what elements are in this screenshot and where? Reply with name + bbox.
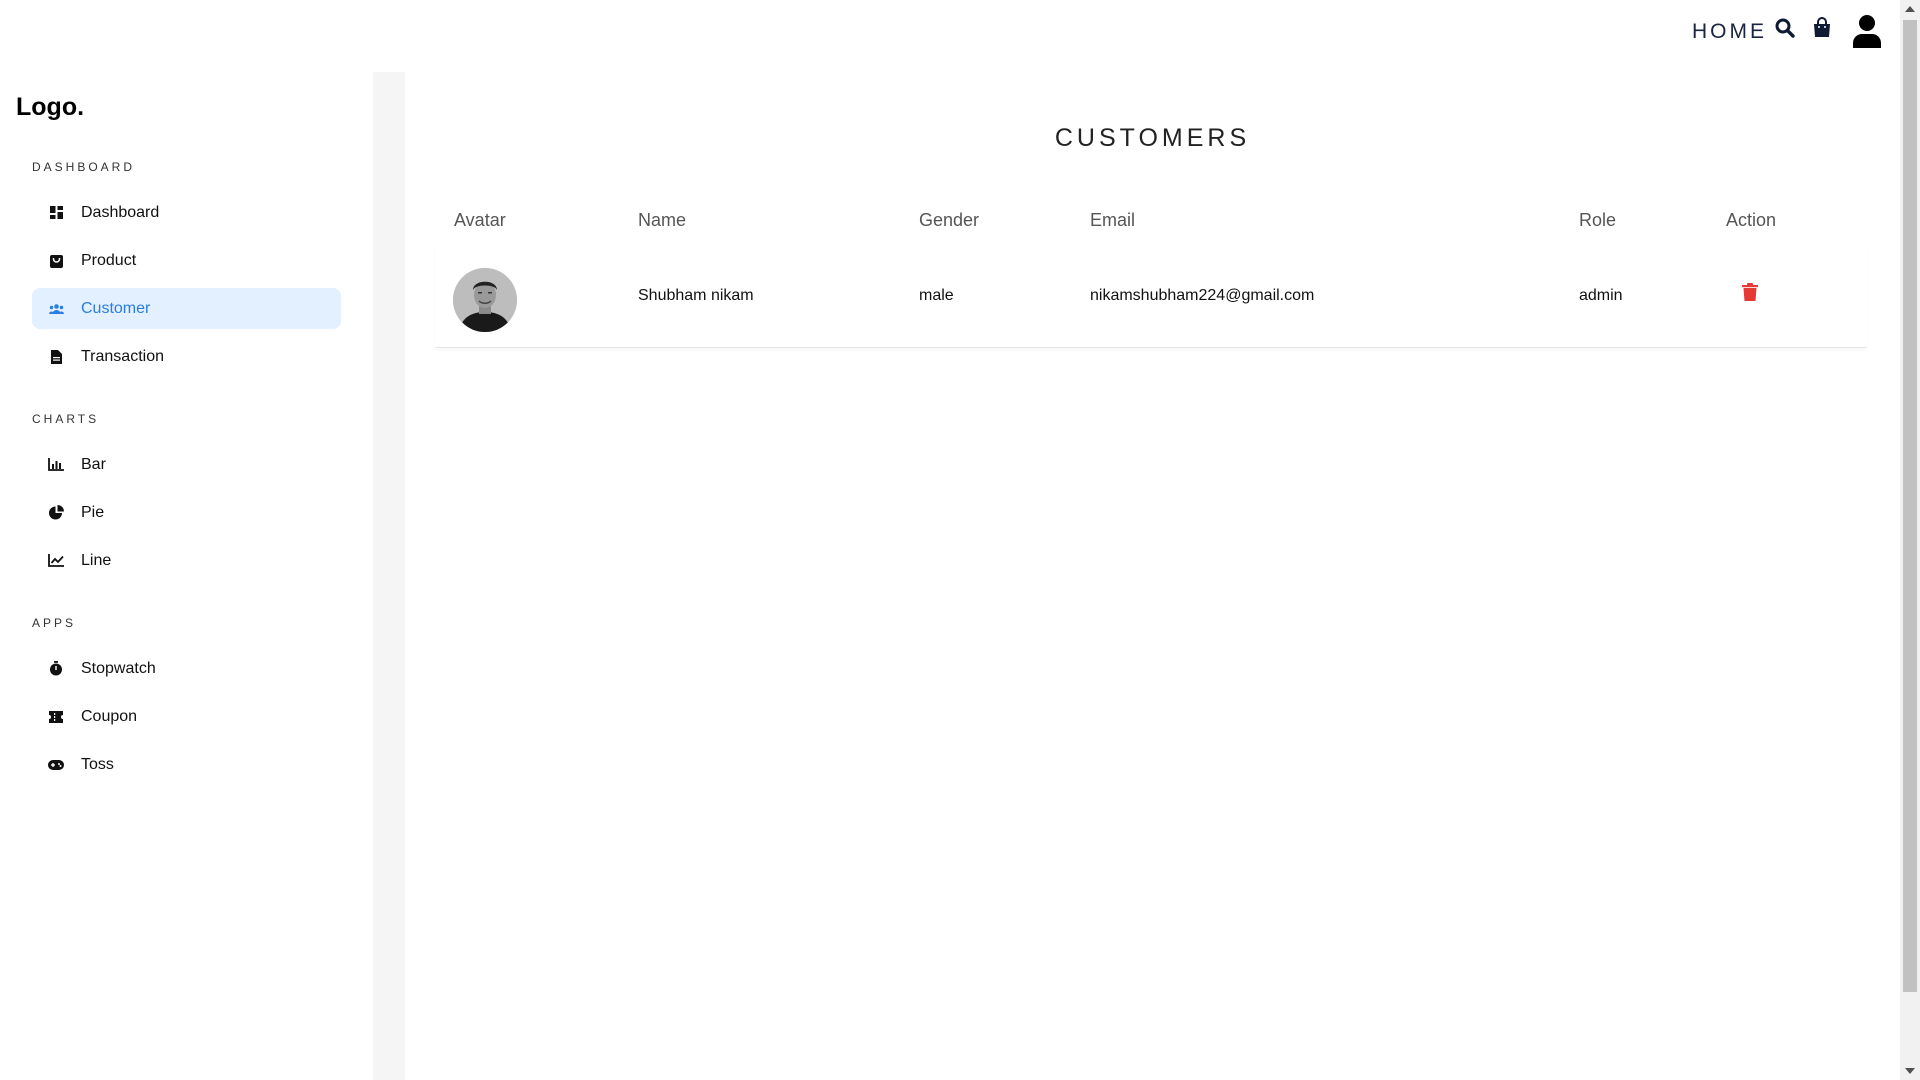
column-header-gender: Gender xyxy=(919,210,980,230)
section-title-charts: CHARTS xyxy=(32,412,100,426)
vertical-scrollbar[interactable] xyxy=(1900,0,1920,1080)
logo: Logo. xyxy=(16,93,85,121)
delete-button[interactable] xyxy=(1738,281,1762,305)
sidebar-item-label: Dashboard xyxy=(81,203,160,221)
avatar xyxy=(453,268,517,332)
line-chart-icon xyxy=(47,552,65,570)
column-header-avatar: Avatar xyxy=(454,210,506,230)
sidebar-item-label: Line xyxy=(81,551,112,569)
sidebar-item-label: Customer xyxy=(81,299,151,317)
trash-icon xyxy=(1742,282,1758,304)
sidebar-item-coupon[interactable]: Coupon xyxy=(32,696,341,737)
sidebar-item-label: Bar xyxy=(81,455,106,473)
cell-role: admin xyxy=(1579,287,1623,304)
column-header-role: Role xyxy=(1579,210,1617,230)
sidebar-item-label: Coupon xyxy=(81,707,138,725)
sidebar-item-pie[interactable]: Pie xyxy=(32,492,341,533)
sidebar-item-dashboard[interactable]: Dashboard xyxy=(32,192,341,233)
table-row: Shubham nikam male nikamshubham224@gmail… xyxy=(435,245,1867,348)
top-nav: HOME xyxy=(0,0,1900,72)
dashboard-icon xyxy=(47,204,65,222)
scroll-up-arrow[interactable] xyxy=(1900,0,1920,18)
page-title: CUSTOMERS xyxy=(1054,124,1251,152)
sidebar: Logo. DASHBOARD Dashboard Product Custom… xyxy=(0,72,373,1080)
scrollbar-thumb[interactable] xyxy=(1903,20,1917,992)
section-title-apps: APPS xyxy=(32,616,77,630)
sidebar-item-transaction[interactable]: Transaction xyxy=(32,336,341,377)
cell-gender: male xyxy=(919,287,954,304)
sidebar-item-label: Product xyxy=(81,251,137,269)
sidebar-item-line[interactable]: Line xyxy=(32,540,341,581)
coupon-icon xyxy=(47,708,65,726)
customers-icon xyxy=(47,300,65,318)
document-icon xyxy=(47,348,65,366)
sidebar-item-toss[interactable]: Toss xyxy=(32,744,341,785)
page: HOME Logo. DASHBOARD Dashboard Product C… xyxy=(0,0,1920,1080)
cell-name: Shubham nikam xyxy=(638,287,754,304)
sidebar-item-label: Toss xyxy=(81,755,114,773)
sidebar-item-product[interactable]: Product xyxy=(32,240,341,281)
column-header-action: Action xyxy=(1726,210,1777,230)
column-header-name: Name xyxy=(638,210,687,230)
cell-email: nikamshubham224@gmail.com xyxy=(1090,287,1315,304)
sidebar-item-customer[interactable]: Customer xyxy=(32,288,341,329)
sidebar-item-stopwatch[interactable]: Stopwatch xyxy=(32,648,341,689)
customers-table: Avatar Name Gender Email Role Action Shu… xyxy=(435,199,1867,348)
home-link[interactable]: HOME xyxy=(1692,18,1767,46)
scroll-down-arrow[interactable] xyxy=(1900,1062,1920,1080)
sidebar-item-label: Pie xyxy=(81,503,105,521)
section-title-dashboard: DASHBOARD xyxy=(32,160,136,174)
sidebar-item-label: Stopwatch xyxy=(81,659,156,677)
layout-gutter xyxy=(373,72,405,1080)
pie-chart-icon xyxy=(47,504,65,522)
shopping-bag-icon[interactable] xyxy=(1813,17,1831,39)
gamepad-icon xyxy=(47,756,65,774)
bar-chart-icon xyxy=(47,456,65,474)
search-icon[interactable] xyxy=(1775,18,1795,38)
column-header-email: Email xyxy=(1090,210,1136,230)
stopwatch-icon xyxy=(47,660,65,678)
main-content: CUSTOMERS Avatar Name Gender Email Role … xyxy=(405,72,1900,1080)
product-icon xyxy=(47,252,65,270)
user-icon[interactable] xyxy=(1851,14,1883,48)
sidebar-item-label: Transaction xyxy=(81,347,164,365)
sidebar-item-bar[interactable]: Bar xyxy=(32,444,341,485)
table-header: Avatar Name Gender Email Role Action xyxy=(435,199,1867,245)
